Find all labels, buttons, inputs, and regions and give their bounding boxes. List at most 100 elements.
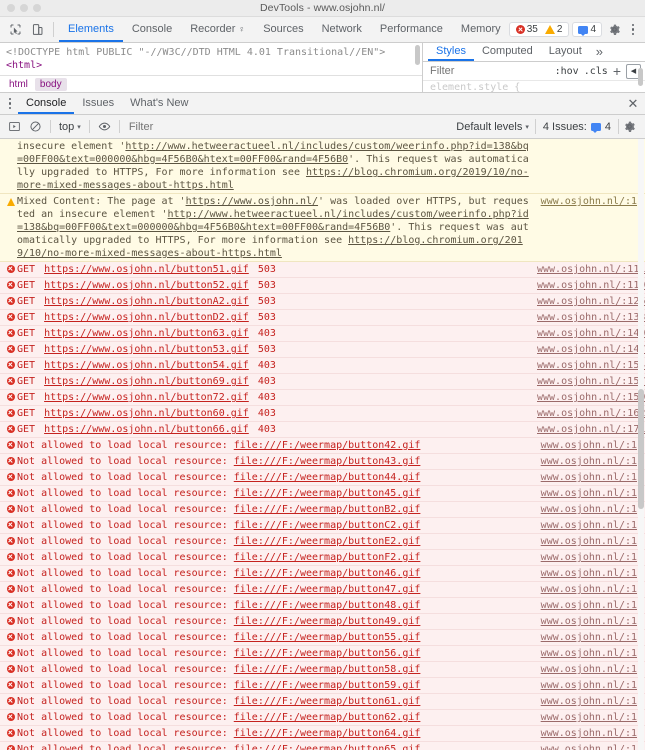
console-message-row[interactable]: GET https://www.osjohn.nl/button72.gif 4… — [0, 390, 645, 406]
tab-performance[interactable]: Performance — [371, 17, 452, 42]
console-message-source-link[interactable]: www.osjohn.nl/:1 — [537, 599, 645, 612]
console-message-source-link[interactable]: www.osjohn.nl/:1 — [537, 695, 645, 708]
console-message-source-link[interactable]: www.osjohn.nl/:157 — [537, 375, 645, 388]
console-message-row[interactable]: Not allowed to load local resource: file… — [0, 598, 645, 614]
resource-url-link[interactable]: file:///F:/weermap/button65.gif — [234, 744, 421, 750]
console-message-source-link[interactable]: www.osjohn.nl/:1 — [537, 439, 645, 452]
console-message-row[interactable]: GET https://www.osjohn.nl/button63.gif 4… — [0, 326, 645, 342]
console-message-row[interactable]: Not allowed to load local resource: file… — [0, 646, 645, 662]
console-message-source-link[interactable]: www.osjohn.nl/:133 — [537, 311, 645, 324]
minimize-window-button[interactable] — [20, 4, 28, 12]
resource-url-link[interactable]: file:///F:/weermap/button45.gif — [234, 488, 421, 499]
console-message-row[interactable]: Not allowed to load local resource: file… — [0, 454, 645, 470]
inline-url-link[interactable]: https://www.osjohn.nl/ — [186, 196, 318, 207]
request-url-link[interactable]: https://www.osjohn.nl/button60.gif — [44, 408, 249, 419]
console-message-source-link[interactable]: www.osjohn.nl/:154 — [537, 359, 645, 372]
resource-url-link[interactable]: file:///F:/weermap/buttonE2.gif — [234, 536, 421, 547]
console-message-row[interactable]: Not allowed to load local resource: file… — [0, 518, 645, 534]
tab-layout[interactable]: Layout — [541, 43, 590, 61]
console-message-source-link[interactable]: www.osjohn.nl/:1 — [537, 535, 645, 548]
info-badge[interactable]: 4 — [572, 22, 602, 37]
resource-url-link[interactable]: file:///F:/weermap/button44.gif — [234, 472, 421, 483]
resource-url-link[interactable]: file:///F:/weermap/button55.gif — [234, 632, 421, 643]
console-message-row[interactable]: Not allowed to load local resource: file… — [0, 470, 645, 486]
console-message-list[interactable]: insecure element 'http://www.hetweeractu… — [0, 139, 645, 750]
resource-url-link[interactable]: file:///F:/weermap/button56.gif — [234, 648, 421, 659]
console-message-row[interactable]: GET https://www.osjohn.nl/button54.gif 4… — [0, 358, 645, 374]
console-message-row[interactable]: GET https://www.osjohn.nl/buttonA2.gif 5… — [0, 294, 645, 310]
console-scrollbar-thumb[interactable] — [638, 389, 644, 509]
resource-url-link[interactable]: file:///F:/weermap/button58.gif — [234, 664, 421, 675]
console-settings-gear-icon[interactable] — [619, 116, 640, 137]
resource-url-link[interactable]: file:///F:/weermap/button64.gif — [234, 728, 421, 739]
console-message-source-link[interactable]: www.osjohn.nl/:1 — [537, 583, 645, 596]
live-expression-icon[interactable] — [94, 116, 115, 137]
cls-toggle-button[interactable]: .cls — [584, 66, 608, 77]
console-message-source-link[interactable]: www.osjohn.nl/:147 — [537, 343, 645, 356]
console-message-source-link[interactable]: www.osjohn.nl/:1 — [537, 631, 645, 644]
breadcrumb-item-html[interactable]: html — [4, 78, 33, 91]
console-message-source-link[interactable]: www.osjohn.nl/:171 — [537, 423, 645, 436]
clear-console-icon[interactable] — [25, 116, 46, 137]
console-message-row[interactable]: Not allowed to load local resource: file… — [0, 502, 645, 518]
execute-icon[interactable] — [4, 116, 25, 137]
tab-network[interactable]: Network — [313, 17, 371, 42]
console-message-row[interactable]: Not allowed to load local resource: file… — [0, 710, 645, 726]
issue-badges[interactable]: 35 2 — [508, 22, 570, 37]
request-url-link[interactable]: https://www.osjohn.nl/buttonA2.gif — [44, 296, 249, 307]
styles-filter-input[interactable] — [430, 65, 550, 78]
resource-url-link[interactable]: file:///F:/weermap/buttonF2.gif — [234, 552, 421, 563]
resource-url-link[interactable]: file:///F:/weermap/button49.gif — [234, 616, 421, 627]
console-message-row[interactable]: GET https://www.osjohn.nl/button51.gif 5… — [0, 262, 645, 278]
drawer-menu-icon[interactable] — [2, 93, 18, 114]
console-message-source-link[interactable]: www.osjohn.nl/:1 — [537, 471, 645, 484]
console-message-source-link[interactable]: www.osjohn.nl/:1 — [537, 195, 645, 208]
console-message-source-link[interactable]: www.osjohn.nl/:1 — [537, 487, 645, 500]
console-message-source-link[interactable]: www.osjohn.nl/:1 — [537, 615, 645, 628]
drawer-tab-console[interactable]: Console — [18, 93, 75, 114]
console-message-source-link[interactable]: www.osjohn.nl/:1 — [537, 711, 645, 724]
console-message-row[interactable]: Not allowed to load local resource: file… — [0, 742, 645, 750]
request-url-link[interactable]: https://www.osjohn.nl/button69.gif — [44, 376, 249, 387]
tab-recorder[interactable]: Recorder ♀ — [181, 17, 254, 42]
console-filter-input[interactable] — [128, 120, 451, 133]
request-url-link[interactable]: https://www.osjohn.nl/buttonD2.gif — [44, 312, 249, 323]
new-style-rule-button[interactable]: + — [613, 64, 621, 78]
resource-url-link[interactable]: file:///F:/weermap/button46.gif — [234, 568, 421, 579]
console-message-row[interactable]: GET https://www.osjohn.nl/button53.gif 5… — [0, 342, 645, 358]
console-message-source-link[interactable]: www.osjohn.nl/:1 — [537, 503, 645, 516]
resource-url-link[interactable]: file:///F:/weermap/buttonB2.gif — [234, 504, 421, 515]
inspect-element-icon[interactable] — [4, 17, 26, 42]
console-message-row[interactable]: Not allowed to load local resource: file… — [0, 486, 645, 502]
execution-context-selector[interactable]: top ▾ — [55, 121, 85, 133]
console-message-source-link[interactable]: www.osjohn.nl/:1 — [537, 647, 645, 660]
console-message-row[interactable]: Not allowed to load local resource: file… — [0, 550, 645, 566]
device-toolbar-icon[interactable] — [26, 17, 48, 42]
console-message-row[interactable]: Not allowed to load local resource: file… — [0, 678, 645, 694]
console-message-row[interactable]: Not allowed to load local resource: file… — [0, 614, 645, 630]
console-message-row[interactable]: Not allowed to load local resource: file… — [0, 438, 645, 454]
console-scrollbar[interactable] — [638, 139, 644, 750]
console-message-source-link[interactable]: www.osjohn.nl/:1 — [537, 455, 645, 468]
console-message-row[interactable]: Not allowed to load local resource: file… — [0, 726, 645, 742]
log-levels-selector[interactable]: Default levels ▾ — [450, 121, 535, 133]
issues-button[interactable]: 4 Issues: 4 — [534, 119, 619, 134]
request-url-link[interactable]: https://www.osjohn.nl/button54.gif — [44, 360, 249, 371]
console-message-row[interactable]: Mixed Content: The page at 'https://www.… — [0, 194, 645, 262]
console-message-source-link[interactable]: www.osjohn.nl/:159 — [537, 391, 645, 404]
console-message-source-link[interactable]: www.osjohn.nl/:1 — [537, 519, 645, 532]
console-message-row[interactable]: GET https://www.osjohn.nl/button52.gif 5… — [0, 278, 645, 294]
drawer-tab-issues[interactable]: Issues — [74, 93, 122, 114]
main-menu-icon[interactable] — [626, 23, 640, 36]
hov-toggle-button[interactable]: :hov — [555, 66, 579, 77]
resource-url-link[interactable]: file:///F:/weermap/button48.gif — [234, 600, 421, 611]
console-message-row[interactable]: GET https://www.osjohn.nl/button66.gif 4… — [0, 422, 645, 438]
console-message-source-link[interactable]: www.osjohn.nl/:119 — [537, 279, 645, 292]
dom-tree-scrollbar[interactable] — [415, 45, 420, 65]
resource-url-link[interactable]: file:///F:/weermap/button42.gif — [234, 440, 421, 451]
tab-styles[interactable]: Styles — [428, 43, 474, 62]
console-message-source-link[interactable]: www.osjohn.nl/:1 — [537, 551, 645, 564]
request-url-link[interactable]: https://www.osjohn.nl/button63.gif — [44, 328, 249, 339]
tab-computed[interactable]: Computed — [474, 43, 541, 61]
request-url-link[interactable]: https://www.osjohn.nl/button53.gif — [44, 344, 249, 355]
